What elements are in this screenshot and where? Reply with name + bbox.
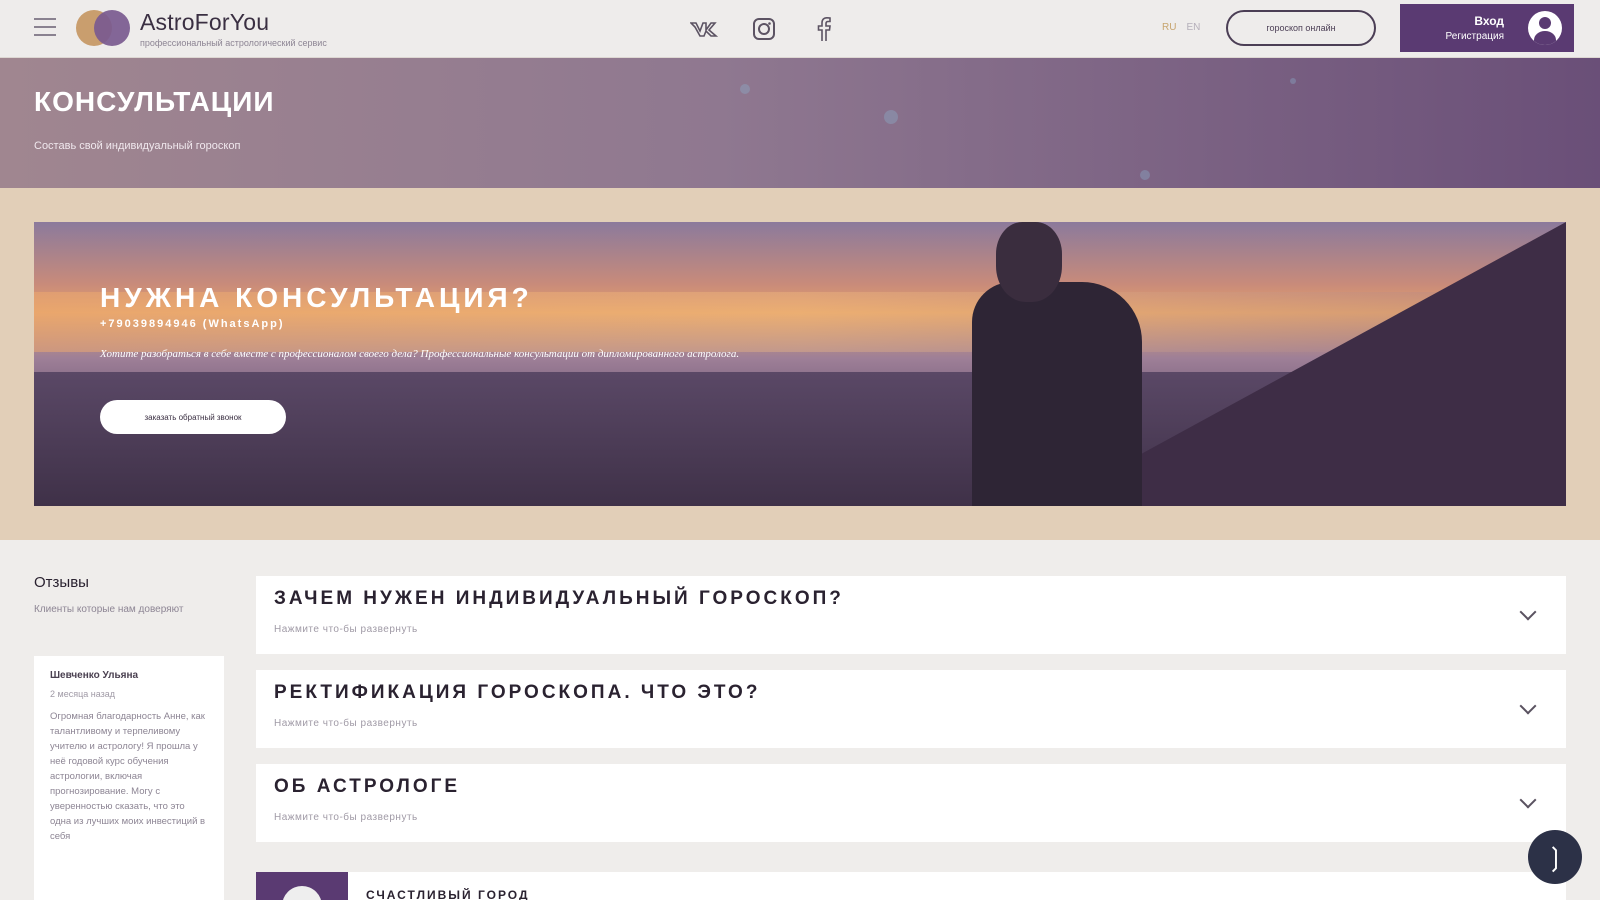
banner-title: НУЖНА КОНСУЛЬТАЦИЯ?	[100, 282, 533, 313]
chat-icon: ❳	[1544, 841, 1566, 872]
happy-city-card[interactable]: СЧАСТЛИВЫЙ ГОРОД	[256, 872, 1566, 900]
reviews-title: Отзывы	[34, 574, 89, 591]
login-box[interactable]: Вход Регистрация	[1400, 4, 1574, 52]
lang-ru[interactable]: RU	[1162, 22, 1176, 33]
brand-tagline: профессиональный астрологический сервис	[140, 38, 327, 48]
register-link[interactable]: Регистрация	[1446, 31, 1504, 42]
page-title: КОНСУЛЬТАЦИИ	[34, 86, 275, 117]
accordion-title: РЕКТИФИКАЦИЯ ГОРОСКОПА. ЧТО ЭТО?	[274, 682, 761, 703]
card-image	[256, 872, 348, 900]
review-card: Шевченко Ульяна 2 месяца назад Огромная …	[34, 656, 224, 900]
site-header: AstroForYou профессиональный астрологиче…	[0, 0, 1600, 58]
consultation-banner: НУЖНА КОНСУЛЬТАЦИЯ? +79039894946 (WhatsA…	[34, 222, 1566, 506]
accordion-hint: Нажмите что-бы развернуть	[274, 812, 418, 823]
chevron-down-icon[interactable]	[1519, 697, 1537, 715]
callback-button[interactable]: заказать обратный звонок	[100, 400, 286, 434]
accordion-title: ОБ АСТРОЛОГЕ	[274, 776, 461, 797]
accordion-individual-horoscope[interactable]: ЗАЧЕМ НУЖЕН ИНДИВИДУАЛЬНЫЙ ГОРОСКОП? Наж…	[256, 576, 1566, 654]
banner-description: Хотите разобраться в себе вместе с профе…	[100, 348, 740, 360]
review-text: Огромная благодарность Анне, как талантл…	[50, 711, 206, 842]
vk-icon[interactable]	[688, 14, 720, 44]
social-links	[688, 14, 840, 44]
card-title: СЧАСТЛИВЫЙ ГОРОД	[366, 888, 530, 900]
lang-en[interactable]: EN	[1186, 22, 1200, 33]
brand-name: AstroForYou	[140, 9, 270, 35]
review-author: Шевченко Ульяна	[50, 670, 139, 681]
instagram-icon[interactable]	[748, 14, 780, 44]
reviews-subtitle: Клиенты которые нам доверяют	[34, 604, 184, 615]
menu-icon[interactable]	[34, 18, 56, 36]
accordion-about-astrologer[interactable]: ОБ АСТРОЛОГЕ Нажмите что-бы развернуть	[256, 764, 1566, 842]
logo[interactable]	[76, 8, 134, 48]
accordion-hint: Нажмите что-бы развернуть	[274, 718, 418, 729]
language-switcher: RU EN	[1162, 22, 1200, 33]
page-hero: КОНСУЛЬТАЦИИ Составь свой индивидуальный…	[0, 58, 1600, 188]
horoscope-online-button[interactable]: гороскоп онлайн	[1226, 10, 1376, 46]
person-image	[972, 282, 1142, 506]
page-subtitle: Составь свой индивидуальный гороскоп	[34, 140, 241, 152]
accordion-title: ЗАЧЕМ НУЖЕН ИНДИВИДУАЛЬНЫЙ ГОРОСКОП?	[274, 588, 844, 609]
brand[interactable]: AstroForYou профессиональный астрологиче…	[140, 9, 327, 48]
accordion-hint: Нажмите что-бы развернуть	[274, 624, 418, 635]
review-time: 2 месяца назад	[50, 689, 115, 699]
user-avatar-icon[interactable]	[1528, 11, 1562, 45]
accordion-rectification[interactable]: РЕКТИФИКАЦИЯ ГОРОСКОПА. ЧТО ЭТО? Нажмите…	[256, 670, 1566, 748]
chat-button[interactable]: ❳	[1528, 830, 1582, 884]
chevron-down-icon[interactable]	[1519, 791, 1537, 809]
banner-phone[interactable]: +79039894946 (WhatsApp)	[100, 318, 284, 330]
facebook-icon[interactable]	[808, 14, 840, 44]
login-link[interactable]: Вход	[1474, 14, 1504, 28]
chevron-down-icon[interactable]	[1519, 603, 1537, 621]
